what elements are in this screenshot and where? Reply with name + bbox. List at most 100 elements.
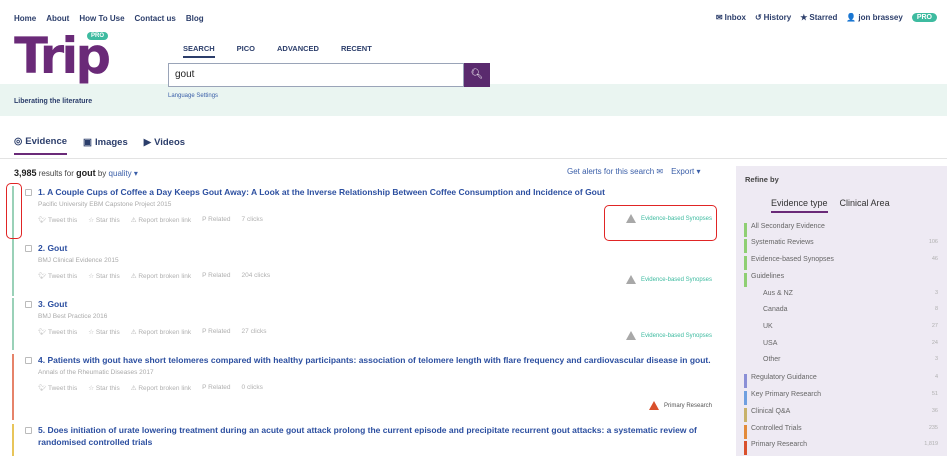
click-count: 7 clicks — [241, 216, 263, 223]
user-nav: ✉ Inbox ↺ History ★ Starred 👤 jon brassey PR… — [716, 13, 937, 22]
result-checkbox[interactable] — [25, 427, 32, 434]
result-title[interactable]: 1. A Couple Cups of Coffee a Day Keeps G… — [38, 186, 722, 198]
result-title[interactable]: 4. Patients with gout have short telomer… — [38, 354, 722, 366]
tweet-button[interactable]: 🐦︎ Tweet this — [38, 328, 77, 336]
starred-link[interactable]: ★ Starred — [800, 13, 837, 22]
facet-canada[interactable]: Canada 8 — [744, 306, 938, 320]
nav-blog[interactable]: Blog — [186, 14, 204, 23]
facet-other[interactable]: Other 3 — [744, 356, 938, 370]
top-nav: Home About How To Use Contact us Blog — [14, 14, 204, 23]
refine-tabs: Evidence type Clinical Area — [771, 198, 890, 213]
inbox-link[interactable]: ✉ Inbox — [716, 13, 746, 22]
result-item: 3. Gout BMJ Best Practice 2016 🐦︎ Tweet … — [12, 298, 722, 350]
facet-clinical-qa[interactable]: Clinical Q&A 36 — [744, 408, 938, 422]
tab-evidence-type[interactable]: Evidence type — [771, 198, 828, 213]
trip-logo[interactable]: Trip PRO — [14, 31, 114, 81]
annotation-box — [6, 183, 22, 239]
nav-about[interactable]: About — [46, 14, 69, 23]
click-count: 204 clicks — [241, 272, 271, 279]
nav-contact[interactable]: Contact us — [135, 14, 176, 23]
search-input[interactable]: gout — [168, 63, 464, 87]
result-checkbox[interactable] — [25, 357, 32, 364]
tab-recent[interactable]: RECENT — [341, 44, 372, 58]
facet-usa[interactable]: USA 24 — [744, 340, 938, 354]
result-title[interactable]: 3. Gout — [38, 298, 722, 310]
facet-controlled-trials[interactable]: Controlled Trials 235 — [744, 425, 938, 439]
report-link-button[interactable]: ⚠ Report broken link — [131, 384, 191, 392]
result-checkbox[interactable] — [25, 245, 32, 252]
result-title[interactable]: 2. Gout — [38, 242, 722, 254]
report-link-button[interactable]: ⚠ Report broken link — [131, 272, 191, 280]
tagline: Liberating the literature — [14, 98, 93, 105]
tweet-button[interactable]: 🐦︎ Tweet this — [38, 216, 77, 224]
result-meta: Annals of the Rheumatic Diseases 2017 — [38, 369, 154, 376]
image-icon: ▣ — [83, 137, 92, 148]
get-alerts-link[interactable]: Get alerts for this search ✉ — [567, 167, 663, 176]
related-button[interactable]: P Related — [202, 384, 230, 392]
annotation-box — [604, 205, 717, 241]
result-checkbox[interactable] — [25, 301, 32, 308]
results-count: 3,985 — [14, 168, 37, 178]
evidence-type-badge: Evidence-based Synopses — [625, 331, 712, 340]
tab-images[interactable]: ▣ Images — [83, 136, 128, 155]
related-button[interactable]: P Related — [202, 272, 230, 280]
user-icon: 👤 — [846, 13, 857, 22]
facet-uk[interactable]: UK 27 — [744, 323, 938, 337]
export-dropdown[interactable]: Export ▾ — [671, 167, 700, 176]
user-account-link[interactable]: 👤 jon brassey — [846, 13, 902, 22]
evidence-pyramid-icon — [625, 331, 636, 340]
evidence-type-badge: Primary Research — [648, 401, 712, 410]
evidence-pyramid-icon — [625, 275, 636, 284]
evidence-pyramid-icon — [648, 401, 659, 410]
star-button[interactable]: ☆ Star this — [88, 272, 119, 280]
search-button[interactable]: 🔍︎ — [464, 63, 490, 87]
result-checkbox[interactable] — [25, 189, 32, 196]
star-button[interactable]: ☆ Star this — [88, 384, 119, 392]
related-button[interactable]: P Related — [202, 216, 230, 224]
tab-videos[interactable]: ▶ Videos — [144, 136, 185, 155]
result-actions: 🐦︎ Tweet this ☆ Star this ⚠ Report broke… — [38, 384, 722, 392]
search-icon: 🔍︎ — [470, 69, 484, 80]
facet-all-secondary-evidence[interactable]: All Secondary Evidence — [744, 223, 938, 237]
facet-guidelines[interactable]: Guidelines — [744, 273, 938, 287]
facet-evidence-based-synopses[interactable]: Evidence-based Synopses 46 — [744, 256, 938, 270]
video-icon: ▶ — [143, 137, 152, 148]
tab-evidence[interactable]: ◎ Evidence — [14, 136, 68, 155]
nav-home[interactable]: Home — [14, 14, 36, 23]
facet-key-primary-research[interactable]: Key Primary Research 51 — [744, 391, 938, 405]
language-settings-link[interactable]: Language Settings — [168, 93, 218, 99]
result-meta: BMJ Clinical Evidence 2015 — [38, 257, 119, 264]
tab-pico[interactable]: PICO — [237, 44, 255, 58]
result-item: 2. Gout BMJ Clinical Evidence 2015 🐦︎ Tw… — [12, 242, 722, 296]
star-button[interactable]: ☆ Star this — [88, 216, 119, 224]
report-link-button[interactable]: ⚠ Report broken link — [131, 328, 191, 336]
result-item: 5. Does initiation of urate lowering tre… — [12, 424, 722, 456]
result-type-tabs: ◎ Evidence ▣ Images ▶ Videos — [14, 136, 185, 155]
results-count-line: 3,985 results for gout by quality ▾ — [14, 168, 138, 178]
result-actions: 🐦︎ Tweet this ☆ Star this ⚠ Report broke… — [38, 272, 722, 280]
result-actions: 🐦︎ Tweet this ☆ Star this ⚠ Report broke… — [38, 328, 722, 336]
facet-systematic-reviews[interactable]: Systematic Reviews 106 — [744, 239, 938, 253]
click-count: 27 clicks — [241, 328, 267, 335]
history-link[interactable]: ↺ History — [755, 13, 791, 22]
report-link-button[interactable]: ⚠ Report broken link — [131, 216, 191, 224]
star-icon: ★ — [800, 13, 808, 22]
evidence-type-badge: Evidence-based Synopses — [625, 275, 712, 284]
tab-advanced[interactable]: ADVANCED — [277, 44, 319, 58]
related-button[interactable]: P Related — [202, 328, 230, 336]
history-icon: ↺ — [754, 13, 762, 22]
nav-how-to-use[interactable]: How To Use — [79, 14, 124, 23]
tweet-button[interactable]: 🐦︎ Tweet this — [38, 384, 77, 392]
result-meta: BMJ Best Practice 2016 — [38, 313, 108, 320]
star-button[interactable]: ☆ Star this — [88, 328, 119, 336]
facet-primary-research[interactable]: Primary Research 1,819 — [744, 441, 938, 455]
tab-search[interactable]: SEARCH — [183, 44, 215, 58]
sort-dropdown[interactable]: quality ▾ — [109, 169, 138, 178]
tab-clinical-area[interactable]: Clinical Area — [840, 198, 890, 213]
pro-badge: PRO — [911, 13, 937, 22]
result-item: 4. Patients with gout have short telomer… — [12, 354, 722, 420]
result-title[interactable]: 5. Does initiation of urate lowering tre… — [38, 424, 722, 448]
facet-aus-nz[interactable]: Aus & NZ 3 — [744, 290, 938, 304]
facet-regulatory-guidance[interactable]: Regulatory Guidance 4 — [744, 374, 938, 388]
tweet-button[interactable]: 🐦︎ Tweet this — [38, 272, 77, 280]
